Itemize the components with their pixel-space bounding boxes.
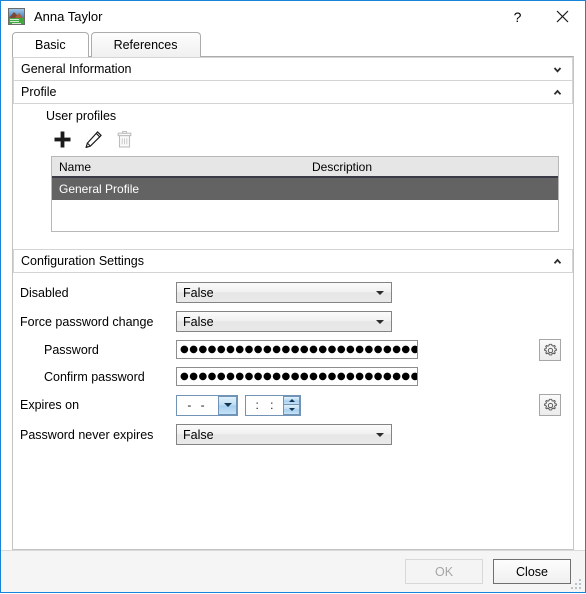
section-header-profile[interactable]: Profile bbox=[13, 80, 573, 104]
cell-name: General Profile bbox=[59, 182, 140, 196]
label-disabled: Disabled bbox=[20, 285, 69, 300]
time-spinner[interactable] bbox=[283, 395, 300, 415]
chevron-down-icon bbox=[371, 319, 388, 324]
chevron-down-icon bbox=[371, 290, 388, 295]
chevron-down-icon bbox=[371, 432, 388, 437]
expires-on-time-value: : : bbox=[255, 398, 278, 412]
section-header-general-information[interactable]: General Information bbox=[13, 57, 573, 81]
tab-strip: Basic References bbox=[12, 32, 585, 57]
title-bar: Anna Taylor ? bbox=[1, 1, 585, 32]
tab-references-label: References bbox=[113, 38, 178, 52]
confirm-password-field[interactable]: ●●●●●●●●●●●●●●●●●●●●●●●●●●●●●●●● bbox=[176, 367, 418, 386]
trash-icon bbox=[115, 130, 134, 149]
chevron-down-icon bbox=[551, 63, 564, 76]
label-expires-on: Expires on bbox=[20, 398, 80, 412]
user-profiles-label: User profiles bbox=[46, 109, 117, 123]
close-button-footer[interactable]: Close bbox=[493, 559, 571, 584]
password-never-expires-value: False bbox=[183, 427, 214, 442]
chevron-up-icon bbox=[551, 255, 564, 268]
close-button-label: Close bbox=[516, 564, 548, 579]
section-body-profile: User profiles Name Description General P… bbox=[13, 103, 573, 240]
form-row-confirm-password: Confirm password ●●●●●●●●●●●●●●●●●●●●●●●… bbox=[13, 363, 573, 390]
section-title-general-information: General Information bbox=[21, 62, 132, 76]
gear-icon bbox=[543, 398, 558, 413]
window-title: Anna Taylor bbox=[34, 9, 103, 24]
label-password-never-expires: Password never expires bbox=[20, 427, 154, 442]
plus-icon bbox=[53, 130, 72, 149]
spinner-up-button[interactable] bbox=[283, 395, 300, 405]
disabled-select[interactable]: False bbox=[176, 282, 392, 303]
expires-on-date-picker[interactable]: - - bbox=[176, 394, 238, 416]
label-force-password-change: Force password change bbox=[20, 314, 154, 329]
user-profiles-grid[interactable]: Name Description General Profile bbox=[51, 156, 559, 232]
gear-icon bbox=[543, 343, 558, 358]
photo-icon bbox=[8, 8, 25, 25]
form-row-disabled: Disabled False bbox=[13, 278, 573, 307]
disabled-select-value: False bbox=[183, 285, 214, 300]
ok-button[interactable]: OK bbox=[405, 559, 483, 584]
profile-toolbar bbox=[49, 126, 573, 152]
ok-button-label: OK bbox=[434, 564, 454, 579]
delete-profile-button bbox=[111, 127, 137, 151]
confirm-password-field-value: ●●●●●●●●●●●●●●●●●●●●●●●●●●●●●●●● bbox=[180, 371, 417, 382]
form-row-expires-on: Expires on - - : : bbox=[13, 390, 573, 420]
spinner-down-button[interactable] bbox=[283, 405, 300, 415]
form-row-password-never-expires: Password never expires False bbox=[13, 420, 573, 449]
password-field-value: ●●●●●●●●●●●●●●●●●●●●●●●●●●●●●●●● bbox=[180, 344, 417, 355]
help-button[interactable]: ? bbox=[495, 2, 540, 32]
column-header-description[interactable]: Description bbox=[305, 157, 558, 176]
section-header-configuration-settings[interactable]: Configuration Settings bbox=[13, 249, 573, 273]
expires-on-date-value: - - bbox=[187, 398, 208, 412]
section-title-configuration-settings: Configuration Settings bbox=[21, 254, 144, 268]
edit-profile-button[interactable] bbox=[80, 127, 106, 151]
password-settings-button[interactable] bbox=[539, 339, 561, 361]
form-row-password: Password ●●●●●●●●●●●●●●●●●●●●●●●●●●●●●●●… bbox=[13, 336, 573, 363]
calendar-dropdown-button[interactable] bbox=[218, 395, 237, 415]
tab-basic[interactable]: Basic bbox=[12, 32, 89, 57]
pencil-icon bbox=[84, 130, 103, 149]
grid-header-row: Name Description bbox=[52, 157, 558, 178]
password-never-expires-select[interactable]: False bbox=[176, 424, 392, 445]
add-profile-button[interactable] bbox=[49, 127, 75, 151]
label-password: Password bbox=[44, 342, 99, 357]
tab-references[interactable]: References bbox=[90, 32, 201, 57]
expires-on-time-picker[interactable]: : : bbox=[245, 394, 301, 416]
table-row[interactable]: General Profile bbox=[52, 178, 558, 200]
form-row-force-password-change: Force password change False bbox=[13, 307, 573, 336]
close-button[interactable] bbox=[540, 2, 585, 32]
chevron-up-icon bbox=[551, 86, 564, 99]
section-title-profile: Profile bbox=[21, 85, 57, 99]
dialog-footer: OK Close bbox=[1, 550, 585, 592]
tab-panel-basic: General Information Profile User profile… bbox=[12, 56, 574, 550]
password-field[interactable]: ●●●●●●●●●●●●●●●●●●●●●●●●●●●●●●●● bbox=[176, 340, 418, 359]
force-password-change-select[interactable]: False bbox=[176, 311, 392, 332]
tab-basic-label: Basic bbox=[35, 38, 66, 52]
expiry-settings-button[interactable] bbox=[539, 394, 561, 416]
column-header-name[interactable]: Name bbox=[52, 157, 305, 176]
section-body-configuration-settings: Disabled False Force password change Fal… bbox=[13, 272, 573, 449]
help-icon: ? bbox=[513, 8, 522, 25]
force-password-change-value: False bbox=[183, 314, 214, 329]
dialog-window: Anna Taylor ? Basic References General I… bbox=[0, 0, 586, 593]
label-confirm-password: Confirm password bbox=[44, 369, 145, 384]
resize-grip[interactable] bbox=[570, 578, 583, 591]
close-icon bbox=[556, 10, 569, 23]
